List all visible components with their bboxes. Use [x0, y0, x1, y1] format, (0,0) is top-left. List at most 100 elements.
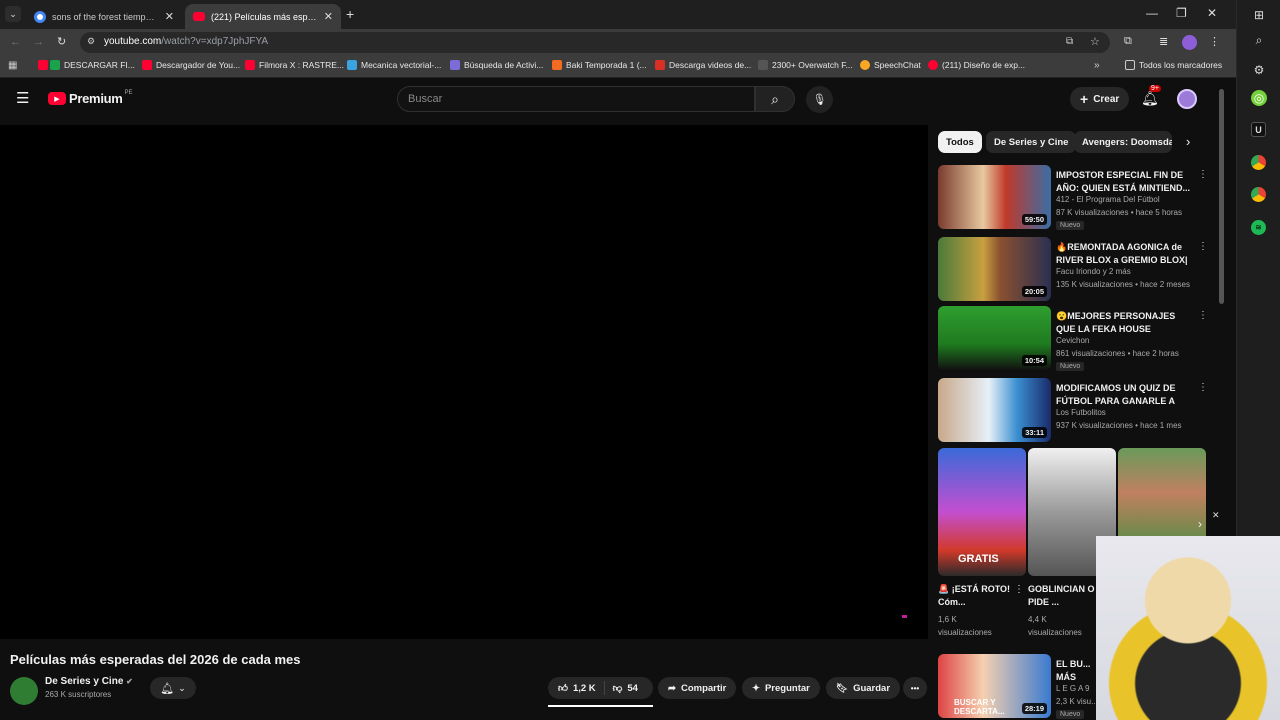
recommendation-title[interactable]: EL BU... MÁS LOC...	[1056, 658, 1096, 684]
like-button[interactable]: 👍︎ 1,2 K	[548, 681, 605, 695]
search-button[interactable]: ⌕	[755, 86, 795, 112]
recommendation-title[interactable]: 🔥REMONTADA AGONICA de RIVER BLOX a GREMI…	[1056, 241, 1191, 267]
windows-logo-icon[interactable]: ⊞	[1248, 4, 1270, 26]
spotify-icon[interactable]: ≋	[1251, 220, 1266, 235]
site-info-icon[interactable]: ⚙	[87, 36, 95, 47]
video-thumbnail[interactable]: 33:11	[938, 378, 1051, 442]
bookmark-10[interactable]: (211) Diseño de exp...	[928, 60, 1025, 70]
search-input[interactable]: Buscar	[397, 86, 755, 112]
browser-tab-2[interactable]: (221) Películas más esperadas d ✕	[185, 4, 341, 29]
more-options-icon[interactable]: ⋮	[1198, 169, 1208, 180]
bookmark-star-icon[interactable]: ☆	[1090, 35, 1100, 48]
share-button[interactable]: ➦ Compartir	[658, 677, 737, 699]
minimize-icon[interactable]: —	[1146, 6, 1158, 20]
chrome-icon[interactable]	[1251, 155, 1266, 170]
chip-avengers[interactable]: Avengers: Doomsday	[1074, 131, 1172, 153]
short-3-thumbnail[interactable]	[1118, 448, 1206, 538]
recommendation-2[interactable]: 20:05 🔥REMONTADA AGONICA de RIVER BLOX a…	[938, 237, 1208, 301]
close-window-icon[interactable]: ✕	[1207, 6, 1217, 20]
reload-icon[interactable]: ↻	[57, 35, 66, 48]
more-options-icon[interactable]: ⋮	[1198, 310, 1208, 321]
player-caption-dot	[902, 615, 907, 618]
recommendation-channel[interactable]: Facu Iriondo y 2 más	[1056, 267, 1131, 276]
short-title[interactable]: GOBLINCIAN O PIDE ...	[1028, 583, 1098, 609]
video-thumbnail[interactable]: 59:50	[938, 165, 1051, 229]
settings-icon[interactable]: ⚙	[1248, 59, 1270, 81]
recommendation-channel[interactable]: L E G A 9	[1056, 684, 1090, 693]
recommendation-channel[interactable]: Cevichon	[1056, 336, 1089, 345]
recommendation-title[interactable]: IMPOSTOR ESPECIAL FIN DE AÑO: QUIEN ESTÁ…	[1056, 169, 1191, 194]
channel-avatar[interactable]	[10, 677, 38, 705]
youtube-logo[interactable]: ▶ Premium PE	[48, 90, 133, 106]
short-thumbnail[interactable]: GRATIS	[938, 448, 1026, 576]
u-app-icon[interactable]: U	[1251, 122, 1266, 137]
recommendation-channel[interactable]: 412 - El Programa Del Fútbol	[1056, 195, 1160, 204]
bookmarks-overflow-icon[interactable]: »	[1094, 60, 1100, 71]
dislike-button[interactable]: 👎︎ 54	[605, 682, 646, 695]
close-tab-icon[interactable]: ✕	[165, 10, 174, 23]
ask-button[interactable]: ✦ Preguntar	[742, 677, 820, 699]
more-options-icon[interactable]: ⋮	[1198, 241, 1208, 252]
more-options-icon[interactable]: ⋮	[1014, 584, 1024, 595]
subscribed-bell-button[interactable]: 🔔︎ ⌄	[150, 677, 196, 699]
page-scrollbar[interactable]	[1219, 89, 1224, 304]
create-button[interactable]: + Crear	[1070, 87, 1130, 111]
account-avatar[interactable]	[1177, 89, 1197, 109]
bookmark-6[interactable]: Baki Temporada 1 (...	[552, 60, 647, 70]
video-thumbnail[interactable]: 10:54	[938, 306, 1051, 370]
video-thumbnail[interactable]: 20:05	[938, 237, 1051, 301]
profile-avatar[interactable]	[1182, 35, 1197, 50]
video-player[interactable]	[0, 125, 928, 639]
recommendation-title[interactable]: MODIFICAMOS UN QUIZ DE FÚTBOL PARA GANAR…	[1056, 382, 1191, 408]
install-app-icon[interactable]: ⧉	[1066, 36, 1073, 47]
recommendation-4[interactable]: 33:11 MODIFICAMOS UN QUIZ DE FÚTBOL PARA…	[938, 378, 1208, 442]
recommendation-channel[interactable]: Los Futbolitos	[1056, 408, 1106, 417]
short-title[interactable]: 🚨 ¡ESTÁ ROTO! Cóm...	[938, 583, 1013, 609]
shorts-next-icon[interactable]: ›	[1198, 517, 1202, 531]
bookmark-2[interactable]: Descargador de You...	[142, 60, 240, 70]
apps-grid-icon[interactable]: ▦	[8, 60, 17, 71]
bookmark-1[interactable]: DESCARGAR FI...	[38, 60, 135, 70]
save-button[interactable]: 🔖︎ Guardar	[826, 677, 901, 699]
bookmark-8[interactable]: 2300+ Overwatch F...	[758, 60, 853, 70]
recommendation-stats: 135 K visualizaciones • hace 2 meses	[1056, 280, 1190, 289]
chevron-right-icon[interactable]: ›	[1186, 134, 1190, 149]
all-bookmarks[interactable]: Todos los marcadores	[1125, 60, 1222, 70]
new-tab-button[interactable]: +	[346, 6, 354, 22]
chip-de-series-y-cine[interactable]: De Series y Cine	[986, 131, 1077, 153]
chatgpt-icon[interactable]: ◎	[1251, 90, 1267, 106]
address-bar[interactable]: ⚙ youtube.com/watch?v=xdp7JphJFYA ⧉ ☆	[80, 32, 1110, 53]
short-1[interactable]: GRATIS 🚨 ¡ESTÁ ROTO! Cóm... 1,6 K visual…	[938, 448, 1026, 643]
channel-name[interactable]: De Series y Cine ✔	[45, 676, 133, 687]
browser-tab-strip: ⌄ sons of the forest tiempo de ju ✕ (221…	[0, 0, 1236, 29]
close-overlay-icon[interactable]: ✕	[1212, 510, 1220, 521]
back-icon[interactable]: ←	[10, 36, 21, 48]
recommendation-title[interactable]: 😮MEJORES PERSONAJES QUE LA FEKA HOUSE AD…	[1056, 310, 1191, 336]
recommendation-1[interactable]: 59:50 IMPOSTOR ESPECIAL FIN DE AÑO: QUIE…	[938, 165, 1208, 230]
tab-search-button[interactable]: ⌄	[5, 6, 21, 22]
bookmark-label: DESCARGAR FI...	[64, 60, 135, 70]
forward-icon[interactable]: →	[33, 36, 44, 48]
browser-tab-1[interactable]: sons of the forest tiempo de ju ✕	[26, 4, 182, 29]
search-icon[interactable]: ⌕	[1248, 29, 1270, 51]
video-thumbnail[interactable]: BUSCAR Y DESCARTA... 28:19	[938, 654, 1051, 718]
bookmark-7[interactable]: Descarga videos de...	[655, 60, 751, 70]
save-label: Guardar	[853, 682, 891, 694]
extensions-icon[interactable]: ⧉	[1124, 35, 1132, 48]
more-options-icon[interactable]: ⋮	[1198, 382, 1208, 393]
browser-menu-icon[interactable]: ⋮	[1209, 35, 1220, 48]
chip-todos[interactable]: Todos	[938, 131, 982, 153]
bookmark-5[interactable]: Búsqueda de Activi...	[450, 60, 543, 70]
voice-search-button[interactable]: 🎙	[806, 86, 833, 113]
bookmark-3[interactable]: Filmora X : RASTRE...	[245, 60, 344, 70]
bookmark-4[interactable]: Mecanica vectorial-...	[347, 60, 441, 70]
restore-icon[interactable]: ❐	[1176, 6, 1187, 20]
notifications-button[interactable]: 🔔︎ 9+	[1141, 85, 1161, 107]
bookmark-9[interactable]: SpeechChat	[860, 60, 921, 70]
chrome-profile-icon[interactable]	[1251, 187, 1266, 202]
hamburger-menu-icon[interactable]: ☰	[16, 89, 29, 107]
close-tab-icon[interactable]: ✕	[324, 10, 333, 23]
more-actions-button[interactable]: •••	[903, 677, 927, 699]
recommendation-3[interactable]: 10:54 😮MEJORES PERSONAJES QUE LA FEKA HO…	[938, 306, 1208, 371]
media-control-icon[interactable]: ≣	[1159, 35, 1168, 48]
